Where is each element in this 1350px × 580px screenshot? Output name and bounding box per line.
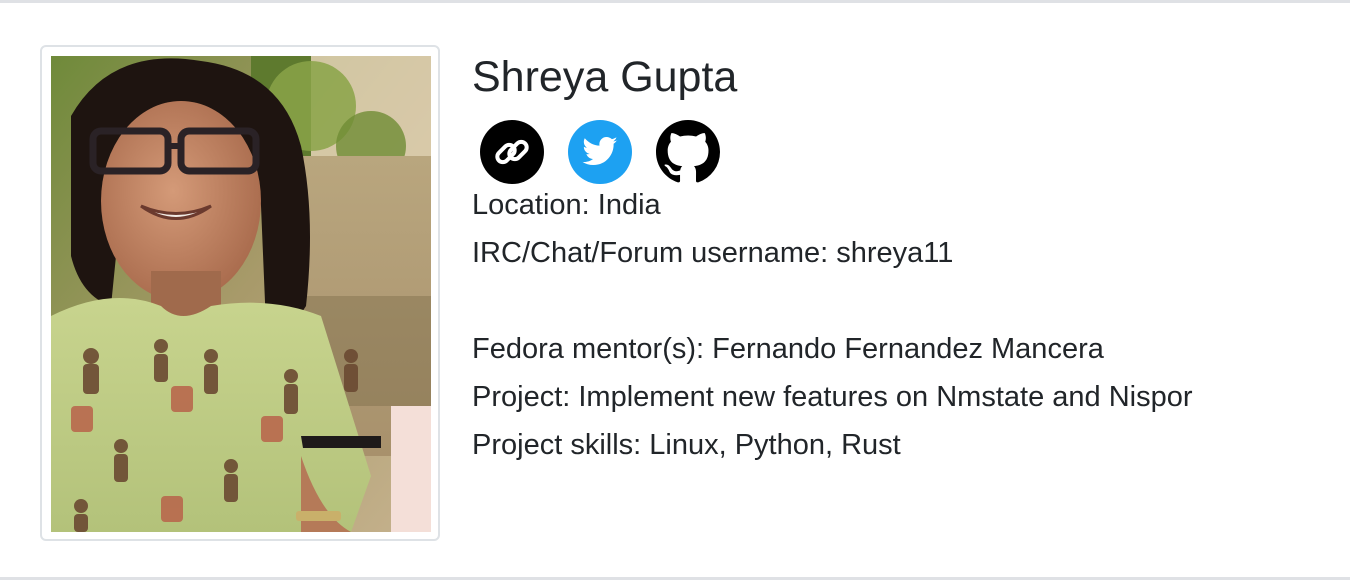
website-link-button[interactable] [480, 120, 544, 184]
link-icon [495, 139, 529, 165]
twitter-icon [582, 136, 618, 165]
profile-details: Location: India IRC/Chat/Forum username:… [472, 181, 1332, 469]
profile-info: Shreya Gupta Location: India IRC/Chat/Fo… [472, 51, 1332, 469]
username-text: IRC/Chat/Forum username: shreya11 [472, 237, 954, 269]
github-icon [656, 120, 720, 183]
social-links [480, 120, 1332, 184]
project-text: Project: Implement new features on Nmsta… [472, 381, 1193, 413]
details-spacer [472, 277, 1332, 325]
twitter-link-button[interactable] [568, 120, 632, 184]
mentors-text: Fedora mentor(s): Fernando Fernandez Man… [472, 333, 1104, 365]
github-link-button[interactable] [656, 120, 720, 184]
profile-photo-frame [40, 45, 440, 541]
profile-photo [51, 56, 431, 532]
profile-card: Shreya Gupta Location: India IRC/Chat/Fo… [0, 0, 1350, 580]
location-text: Location: India [472, 189, 661, 221]
skills-text: Project skills: Linux, Python, Rust [472, 429, 901, 461]
profile-name: Shreya Gupta [472, 53, 738, 101]
